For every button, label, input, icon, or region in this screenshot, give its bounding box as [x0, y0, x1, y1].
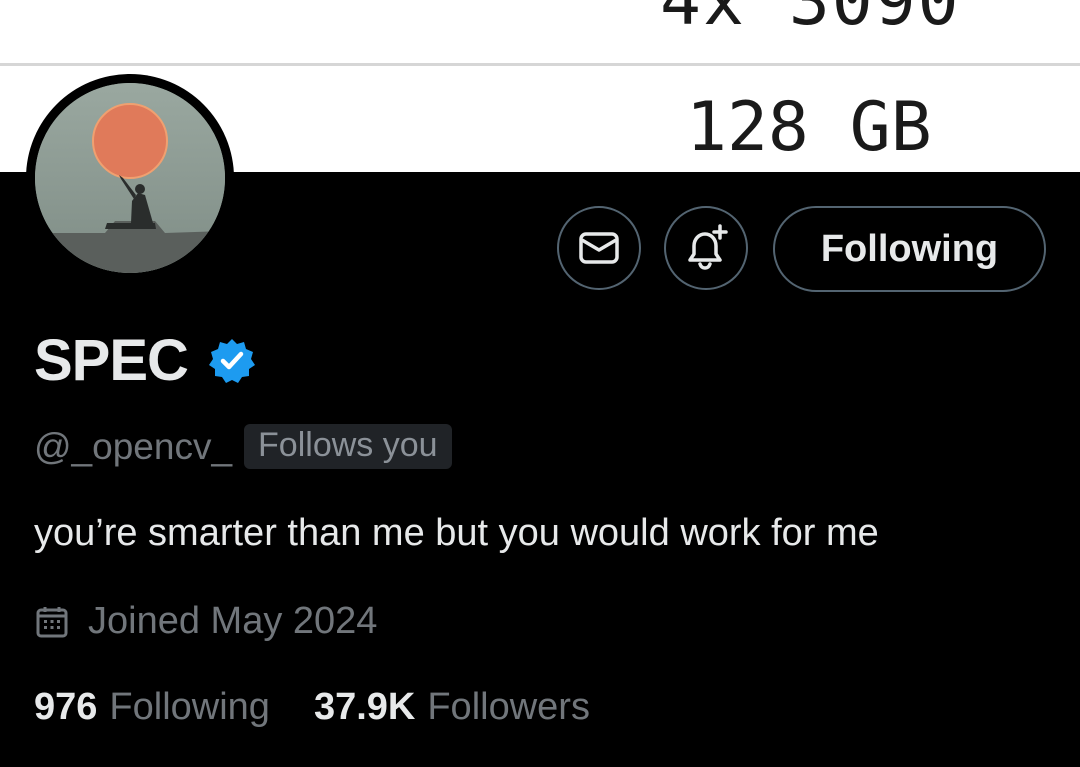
following-button[interactable]: Following — [773, 206, 1046, 292]
profile-bio: you’re smarter than me but you would wor… — [34, 512, 879, 554]
following-stat-link[interactable]: 976 Following — [34, 686, 270, 729]
message-button[interactable] — [557, 206, 641, 290]
joined-date-row: Joined May 2024 — [36, 600, 377, 643]
followers-label: Followers — [427, 686, 590, 728]
handle-row: @_opencv_ Follows you — [34, 424, 452, 469]
display-name: SPEC — [34, 328, 189, 393]
following-label: Following — [109, 686, 270, 728]
banner-gpu-text: 4x 3090 — [660, 0, 961, 41]
avatar-image — [35, 83, 225, 273]
name-row: SPEC — [34, 327, 256, 394]
followers-stat-link[interactable]: 37.9K Followers — [314, 686, 590, 729]
envelope-icon — [579, 232, 619, 264]
follow-stats: 976 Following 37.9K Followers — [34, 686, 590, 729]
following-count: 976 — [34, 686, 98, 728]
banner-divider — [0, 63, 1080, 66]
verified-badge-icon[interactable] — [208, 337, 256, 385]
calendar-icon — [36, 606, 68, 637]
followers-count: 37.9K — [313, 686, 416, 728]
follows-you-badge: Follows you — [244, 424, 452, 469]
notifications-button[interactable] — [664, 206, 748, 290]
avatar-illustration — [35, 83, 225, 273]
avatar[interactable] — [26, 74, 234, 282]
username-handle: @_opencv_ — [34, 425, 233, 467]
bell-plus-icon — [688, 224, 728, 270]
joined-date: Joined May 2024 — [88, 600, 378, 642]
banner-memory-text: 128 GB — [686, 88, 932, 167]
